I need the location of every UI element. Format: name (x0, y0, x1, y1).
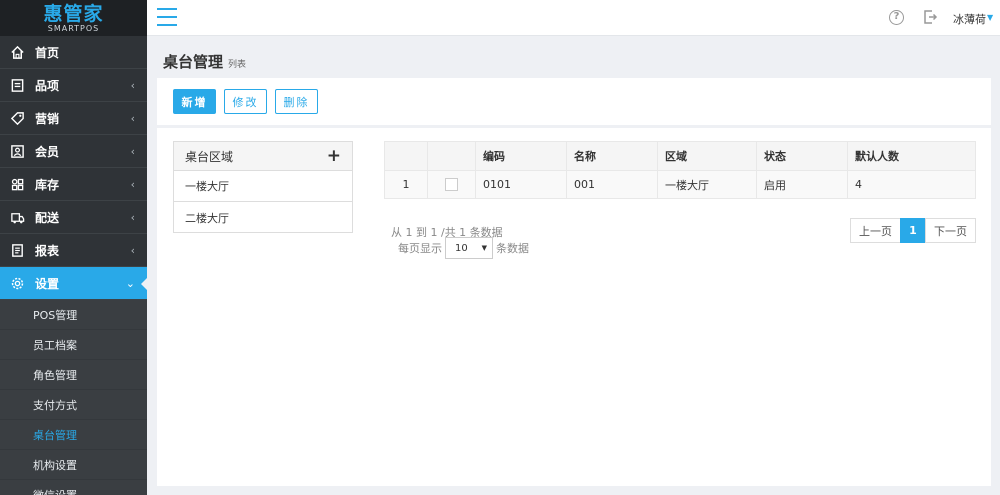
row-select[interactable] (427, 170, 476, 199)
table-header-row: 编码 名称 区域 状态 默认人数 (384, 141, 976, 171)
chevron-left-icon: ‹ (130, 144, 135, 158)
sidebar-subitem-roles[interactable]: 角色管理 (0, 360, 147, 390)
brand-subtitle: SMARTPOS (47, 23, 100, 33)
table-row[interactable]: 1 0101 001 一楼大厅 启用 4 (384, 170, 976, 199)
gear-icon (9, 275, 25, 291)
sidebar-item-label: 配送 (35, 210, 60, 225)
pagination: 上一页 1 下一页 (850, 218, 976, 243)
sidebar-subitem-pos[interactable]: POS管理 (0, 300, 147, 330)
tag-icon (9, 110, 25, 126)
sidebar-item-products[interactable]: 品项 ‹ (0, 69, 147, 102)
column-header-area[interactable]: 区域 (657, 141, 757, 171)
cell-name: 001 (566, 170, 658, 199)
column-header-name[interactable]: 名称 (566, 141, 658, 171)
cell-default-people: 4 (847, 170, 976, 199)
chevron-left-icon: ‹ (130, 243, 135, 257)
area-item[interactable]: 二楼大厅 (174, 202, 352, 233)
home-icon (9, 44, 25, 60)
sidebar-subitem-staff[interactable]: 员工档案 (0, 330, 147, 360)
tables-grid: 编码 名称 区域 状态 默认人数 1 0101 001 一楼大厅 启用 4 (384, 141, 976, 199)
caret-down-icon[interactable]: ▼ (987, 13, 993, 22)
sidebar-item-settings[interactable]: 设置 ⌄ (0, 267, 147, 300)
sidebar-item-label: 设置 (35, 276, 60, 291)
column-header-default-people[interactable]: 默认人数 (847, 141, 976, 171)
sidebar-item-label: 会员 (35, 144, 60, 159)
column-header-select[interactable] (427, 141, 476, 171)
sidebar-item-label: 库存 (35, 177, 60, 192)
sidebar-item-label: 报表 (35, 243, 60, 258)
chevron-down-icon: ⌄ (125, 276, 135, 290)
column-header-index (384, 141, 428, 171)
sidebar-item-inventory[interactable]: 库存 ‹ (0, 168, 147, 201)
sidebar-subitem-org[interactable]: 机构设置 (0, 450, 147, 480)
user-menu[interactable]: 冰薄荷 (953, 11, 986, 27)
chevron-left-icon: ‹ (130, 111, 135, 125)
sidebar: 惠管家 SMARTPOS 首页 品项 ‹ 营销 ‹ 会员 ‹ 库存 ‹ 配送 ‹… (0, 0, 147, 495)
sidebar-item-members[interactable]: 会员 ‹ (0, 135, 147, 168)
main-panel: 桌台区域 + 一楼大厅 二楼大厅 编码 名称 区域 状态 默认人数 1 0101… (157, 128, 991, 486)
row-checkbox[interactable] (445, 178, 458, 192)
per-page-value: 10 (455, 242, 468, 254)
cell-status: 启用 (756, 170, 848, 199)
per-page-prefix: 每页显示 (398, 242, 442, 255)
brand-logo[interactable]: 惠管家 SMARTPOS (0, 0, 147, 36)
report-icon (9, 242, 25, 258)
sidebar-item-home[interactable]: 首页 (0, 36, 147, 69)
edit-button[interactable]: 修改 (224, 89, 267, 114)
column-header-status[interactable]: 状态 (756, 141, 848, 171)
delivery-icon (9, 209, 25, 225)
per-page-suffix: 条数据 (496, 242, 529, 255)
action-toolbar: 新增 修改 删除 (157, 78, 991, 125)
add-area-icon[interactable]: + (327, 146, 341, 166)
current-page-button[interactable]: 1 (900, 218, 926, 243)
cell-code: 0101 (475, 170, 567, 199)
sidebar-item-label: 品项 (35, 78, 60, 93)
cell-area: 一楼大厅 (657, 170, 757, 199)
sidebar-item-delivery[interactable]: 配送 ‹ (0, 201, 147, 234)
menu-toggle-icon[interactable] (157, 8, 177, 26)
sidebar-item-label: 首页 (35, 45, 60, 60)
page-title: 桌台管理 (163, 53, 224, 71)
delete-button[interactable]: 删除 (275, 89, 318, 114)
sidebar-item-label: 营销 (35, 111, 60, 126)
brand-name: 惠管家 (43, 2, 104, 25)
chevron-left-icon: ‹ (130, 177, 135, 191)
add-button[interactable]: 新增 (173, 89, 216, 114)
prev-page-button[interactable]: 上一页 (850, 218, 901, 243)
column-header-code[interactable]: 编码 (475, 141, 567, 171)
sidebar-item-marketing[interactable]: 营销 ‹ (0, 102, 147, 135)
per-page-control: 每页显示 10 ▼ 条数据 (398, 237, 529, 259)
grid-icon (9, 176, 25, 192)
area-item[interactable]: 一楼大厅 (174, 171, 352, 202)
per-page-select[interactable]: 10 ▼ (445, 237, 493, 259)
caret-down-icon: ▼ (481, 244, 487, 252)
row-index: 1 (384, 170, 428, 199)
chevron-left-icon: ‹ (130, 78, 135, 92)
sidebar-subitem-tables[interactable]: 桌台管理 (0, 420, 147, 450)
area-panel-header: 桌台区域 + (174, 142, 352, 171)
page-subtitle: 列表 (228, 60, 247, 70)
logout-icon[interactable] (922, 9, 938, 25)
chevron-left-icon: ‹ (130, 210, 135, 224)
area-panel-title: 桌台区域 (185, 149, 234, 164)
sidebar-item-reports[interactable]: 报表 ‹ (0, 234, 147, 267)
member-card-icon (9, 143, 25, 159)
document-icon (9, 77, 25, 93)
top-bar: ? 冰薄荷 ▼ (147, 0, 1000, 36)
sidebar-subitem-wechat[interactable]: 微信设置 (0, 480, 147, 495)
sidebar-subitem-payment[interactable]: 支付方式 (0, 390, 147, 420)
next-page-button[interactable]: 下一页 (925, 218, 976, 243)
area-panel: 桌台区域 + 一楼大厅 二楼大厅 (173, 141, 353, 233)
help-icon[interactable]: ? (889, 10, 904, 25)
